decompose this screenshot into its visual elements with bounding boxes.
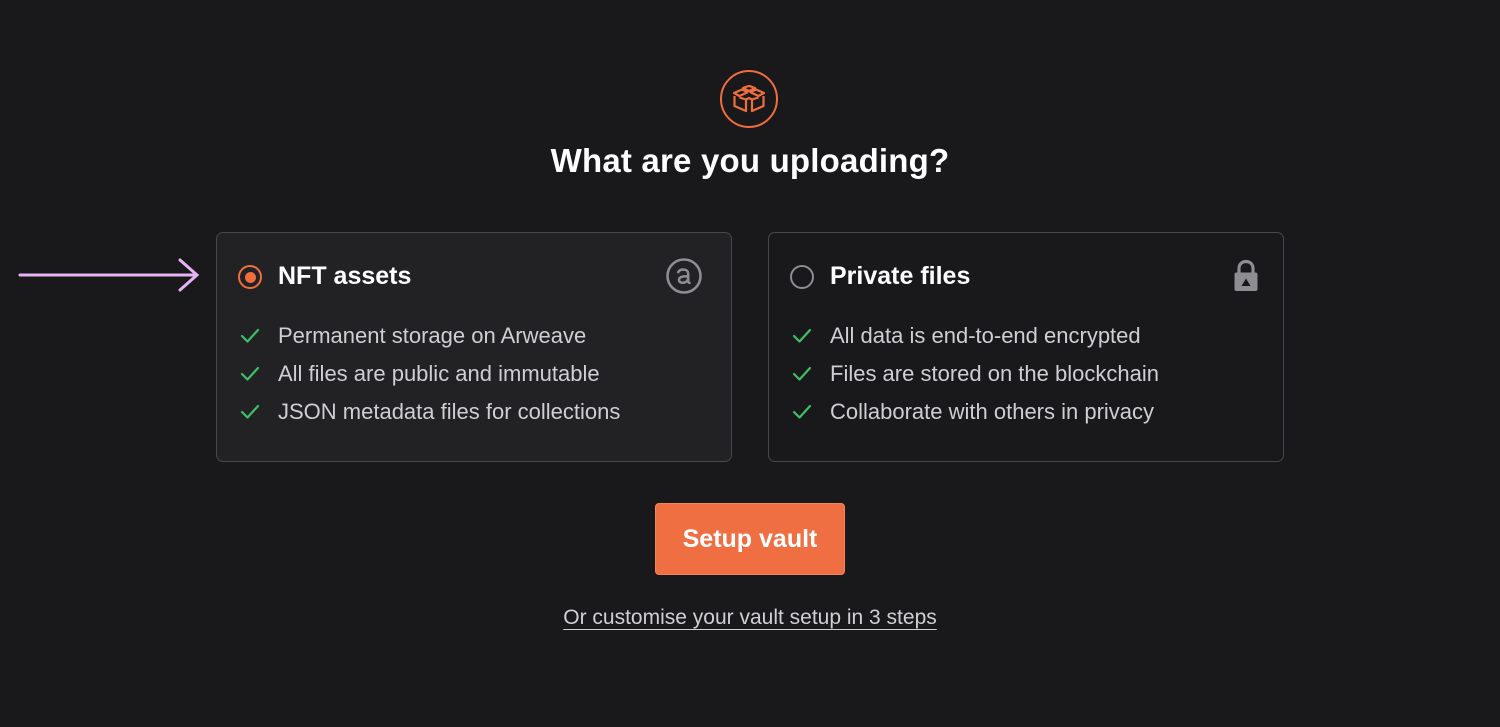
list-item: All files are public and immutable (239, 355, 620, 393)
arweave-icon (666, 258, 702, 294)
vault-box-icon (720, 70, 778, 128)
list-item: Permanent storage on Arweave (239, 317, 620, 355)
feature-list: Permanent storage on Arweave All files a… (239, 317, 620, 431)
private-files-radio[interactable] (790, 265, 814, 289)
feature-text: Collaborate with others in privacy (830, 399, 1155, 424)
check-icon (240, 366, 260, 381)
check-icon (240, 328, 260, 343)
customise-link-row: Or customise your vault setup in 3 steps (0, 606, 1500, 630)
feature-text: All files are public and immutable (278, 361, 600, 386)
option-card-private-files[interactable]: Private files All data is end-to-end enc… (768, 232, 1284, 462)
feature-text: JSON metadata files for collections (278, 399, 621, 424)
check-icon (240, 404, 260, 419)
feature-text: All data is end-to-end encrypted (830, 323, 1141, 348)
setup-vault-button[interactable]: Setup vault (655, 503, 845, 575)
lock-icon (1234, 259, 1258, 291)
page-title: What are you uploading? (550, 142, 950, 179)
check-icon (792, 404, 812, 419)
feature-text: Files are stored on the blockchain (830, 361, 1159, 386)
annotation-arrow-icon (18, 258, 200, 292)
option-card-nft-assets[interactable]: NFT assets Permanent storage on Arweave … (216, 232, 732, 462)
vault-setup-page: What are you uploading? NFT assets Perma… (0, 0, 1500, 727)
check-icon (792, 366, 812, 381)
list-item: All data is end-to-end encrypted (791, 317, 1159, 355)
feature-text: Permanent storage on Arweave (278, 323, 587, 348)
check-icon (792, 328, 812, 343)
option-title: Private files (830, 262, 971, 290)
option-title: NFT assets (278, 262, 412, 290)
list-item: Collaborate with others in privacy (791, 393, 1159, 431)
customise-vault-link[interactable]: Or customise your vault setup in 3 steps (563, 606, 937, 629)
list-item: JSON metadata files for collections (239, 393, 620, 431)
feature-list: All data is end-to-end encrypted Files a… (791, 317, 1159, 431)
list-item: Files are stored on the blockchain (791, 355, 1159, 393)
nft-assets-radio[interactable] (238, 265, 262, 289)
